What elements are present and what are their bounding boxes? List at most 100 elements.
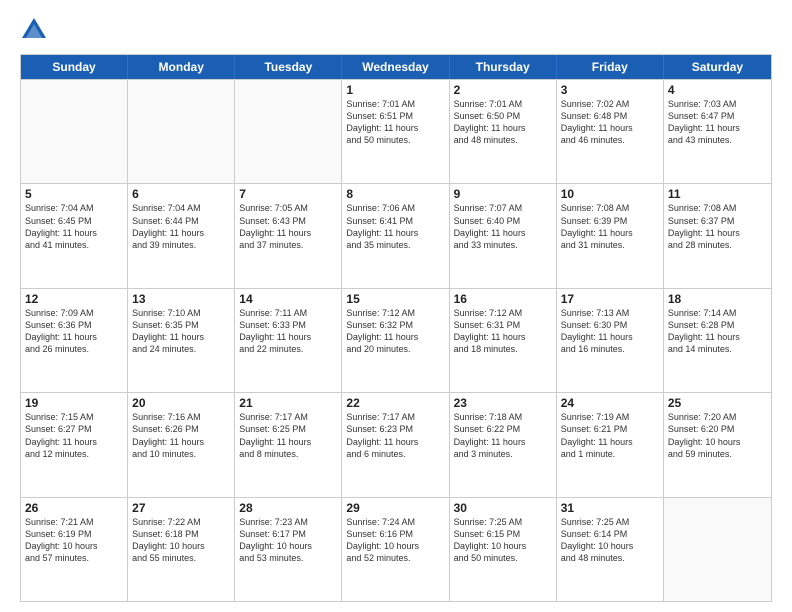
cal-cell-day-21: 21Sunrise: 7:17 AM Sunset: 6:25 PM Dayli… — [235, 393, 342, 496]
cal-cell-day-2: 2Sunrise: 7:01 AM Sunset: 6:50 PM Daylig… — [450, 80, 557, 183]
cell-info: Sunrise: 7:25 AM Sunset: 6:14 PM Dayligh… — [561, 516, 659, 565]
day-number: 25 — [668, 396, 767, 410]
cell-info: Sunrise: 7:01 AM Sunset: 6:51 PM Dayligh… — [346, 98, 444, 147]
cal-cell-empty — [128, 80, 235, 183]
cal-cell-empty — [235, 80, 342, 183]
cal-cell-empty — [21, 80, 128, 183]
cal-cell-day-8: 8Sunrise: 7:06 AM Sunset: 6:41 PM Daylig… — [342, 184, 449, 287]
cell-info: Sunrise: 7:06 AM Sunset: 6:41 PM Dayligh… — [346, 202, 444, 251]
logo — [20, 16, 52, 44]
cell-info: Sunrise: 7:13 AM Sunset: 6:30 PM Dayligh… — [561, 307, 659, 356]
cal-cell-day-14: 14Sunrise: 7:11 AM Sunset: 6:33 PM Dayli… — [235, 289, 342, 392]
cal-cell-day-12: 12Sunrise: 7:09 AM Sunset: 6:36 PM Dayli… — [21, 289, 128, 392]
cal-cell-day-26: 26Sunrise: 7:21 AM Sunset: 6:19 PM Dayli… — [21, 498, 128, 601]
cal-cell-day-28: 28Sunrise: 7:23 AM Sunset: 6:17 PM Dayli… — [235, 498, 342, 601]
cell-info: Sunrise: 7:23 AM Sunset: 6:17 PM Dayligh… — [239, 516, 337, 565]
cal-cell-day-22: 22Sunrise: 7:17 AM Sunset: 6:23 PM Dayli… — [342, 393, 449, 496]
cal-cell-day-18: 18Sunrise: 7:14 AM Sunset: 6:28 PM Dayli… — [664, 289, 771, 392]
cell-info: Sunrise: 7:10 AM Sunset: 6:35 PM Dayligh… — [132, 307, 230, 356]
cal-cell-day-4: 4Sunrise: 7:03 AM Sunset: 6:47 PM Daylig… — [664, 80, 771, 183]
day-number: 18 — [668, 292, 767, 306]
cal-cell-day-23: 23Sunrise: 7:18 AM Sunset: 6:22 PM Dayli… — [450, 393, 557, 496]
cal-cell-day-30: 30Sunrise: 7:25 AM Sunset: 6:15 PM Dayli… — [450, 498, 557, 601]
day-number: 19 — [25, 396, 123, 410]
cell-info: Sunrise: 7:03 AM Sunset: 6:47 PM Dayligh… — [668, 98, 767, 147]
day-number: 31 — [561, 501, 659, 515]
cell-info: Sunrise: 7:04 AM Sunset: 6:44 PM Dayligh… — [132, 202, 230, 251]
cell-info: Sunrise: 7:12 AM Sunset: 6:31 PM Dayligh… — [454, 307, 552, 356]
cell-info: Sunrise: 7:19 AM Sunset: 6:21 PM Dayligh… — [561, 411, 659, 460]
cell-info: Sunrise: 7:11 AM Sunset: 6:33 PM Dayligh… — [239, 307, 337, 356]
day-number: 28 — [239, 501, 337, 515]
cal-cell-day-17: 17Sunrise: 7:13 AM Sunset: 6:30 PM Dayli… — [557, 289, 664, 392]
cal-cell-day-6: 6Sunrise: 7:04 AM Sunset: 6:44 PM Daylig… — [128, 184, 235, 287]
cal-cell-day-11: 11Sunrise: 7:08 AM Sunset: 6:37 PM Dayli… — [664, 184, 771, 287]
cal-row-0: 1Sunrise: 7:01 AM Sunset: 6:51 PM Daylig… — [21, 79, 771, 183]
cell-info: Sunrise: 7:08 AM Sunset: 6:39 PM Dayligh… — [561, 202, 659, 251]
cal-cell-day-27: 27Sunrise: 7:22 AM Sunset: 6:18 PM Dayli… — [128, 498, 235, 601]
calendar: SundayMondayTuesdayWednesdayThursdayFrid… — [20, 54, 772, 602]
cal-row-2: 12Sunrise: 7:09 AM Sunset: 6:36 PM Dayli… — [21, 288, 771, 392]
cal-row-4: 26Sunrise: 7:21 AM Sunset: 6:19 PM Dayli… — [21, 497, 771, 601]
header-day-friday: Friday — [557, 55, 664, 79]
day-number: 30 — [454, 501, 552, 515]
cell-info: Sunrise: 7:08 AM Sunset: 6:37 PM Dayligh… — [668, 202, 767, 251]
cal-cell-day-1: 1Sunrise: 7:01 AM Sunset: 6:51 PM Daylig… — [342, 80, 449, 183]
cal-row-1: 5Sunrise: 7:04 AM Sunset: 6:45 PM Daylig… — [21, 183, 771, 287]
header-day-monday: Monday — [128, 55, 235, 79]
day-number: 22 — [346, 396, 444, 410]
cell-info: Sunrise: 7:25 AM Sunset: 6:15 PM Dayligh… — [454, 516, 552, 565]
cell-info: Sunrise: 7:17 AM Sunset: 6:25 PM Dayligh… — [239, 411, 337, 460]
day-number: 23 — [454, 396, 552, 410]
calendar-body: 1Sunrise: 7:01 AM Sunset: 6:51 PM Daylig… — [21, 79, 771, 601]
header-day-thursday: Thursday — [450, 55, 557, 79]
header — [20, 16, 772, 44]
header-day-wednesday: Wednesday — [342, 55, 449, 79]
cal-cell-day-5: 5Sunrise: 7:04 AM Sunset: 6:45 PM Daylig… — [21, 184, 128, 287]
day-number: 17 — [561, 292, 659, 306]
cal-row-3: 19Sunrise: 7:15 AM Sunset: 6:27 PM Dayli… — [21, 392, 771, 496]
cell-info: Sunrise: 7:14 AM Sunset: 6:28 PM Dayligh… — [668, 307, 767, 356]
day-number: 5 — [25, 187, 123, 201]
cell-info: Sunrise: 7:15 AM Sunset: 6:27 PM Dayligh… — [25, 411, 123, 460]
day-number: 16 — [454, 292, 552, 306]
day-number: 10 — [561, 187, 659, 201]
cal-cell-empty — [664, 498, 771, 601]
cal-cell-day-19: 19Sunrise: 7:15 AM Sunset: 6:27 PM Dayli… — [21, 393, 128, 496]
cal-cell-day-9: 9Sunrise: 7:07 AM Sunset: 6:40 PM Daylig… — [450, 184, 557, 287]
cal-cell-day-13: 13Sunrise: 7:10 AM Sunset: 6:35 PM Dayli… — [128, 289, 235, 392]
cell-info: Sunrise: 7:04 AM Sunset: 6:45 PM Dayligh… — [25, 202, 123, 251]
header-day-saturday: Saturday — [664, 55, 771, 79]
day-number: 4 — [668, 83, 767, 97]
day-number: 21 — [239, 396, 337, 410]
header-day-tuesday: Tuesday — [235, 55, 342, 79]
cal-cell-day-24: 24Sunrise: 7:19 AM Sunset: 6:21 PM Dayli… — [557, 393, 664, 496]
day-number: 27 — [132, 501, 230, 515]
day-number: 2 — [454, 83, 552, 97]
cell-info: Sunrise: 7:21 AM Sunset: 6:19 PM Dayligh… — [25, 516, 123, 565]
day-number: 11 — [668, 187, 767, 201]
day-number: 26 — [25, 501, 123, 515]
day-number: 20 — [132, 396, 230, 410]
cell-info: Sunrise: 7:12 AM Sunset: 6:32 PM Dayligh… — [346, 307, 444, 356]
cell-info: Sunrise: 7:17 AM Sunset: 6:23 PM Dayligh… — [346, 411, 444, 460]
cal-cell-day-7: 7Sunrise: 7:05 AM Sunset: 6:43 PM Daylig… — [235, 184, 342, 287]
cell-info: Sunrise: 7:20 AM Sunset: 6:20 PM Dayligh… — [668, 411, 767, 460]
cell-info: Sunrise: 7:02 AM Sunset: 6:48 PM Dayligh… — [561, 98, 659, 147]
cal-cell-day-25: 25Sunrise: 7:20 AM Sunset: 6:20 PM Dayli… — [664, 393, 771, 496]
day-number: 7 — [239, 187, 337, 201]
day-number: 1 — [346, 83, 444, 97]
day-number: 3 — [561, 83, 659, 97]
header-day-sunday: Sunday — [21, 55, 128, 79]
cell-info: Sunrise: 7:22 AM Sunset: 6:18 PM Dayligh… — [132, 516, 230, 565]
cell-info: Sunrise: 7:01 AM Sunset: 6:50 PM Dayligh… — [454, 98, 552, 147]
day-number: 8 — [346, 187, 444, 201]
cell-info: Sunrise: 7:09 AM Sunset: 6:36 PM Dayligh… — [25, 307, 123, 356]
cell-info: Sunrise: 7:18 AM Sunset: 6:22 PM Dayligh… — [454, 411, 552, 460]
cal-cell-day-16: 16Sunrise: 7:12 AM Sunset: 6:31 PM Dayli… — [450, 289, 557, 392]
cal-cell-day-15: 15Sunrise: 7:12 AM Sunset: 6:32 PM Dayli… — [342, 289, 449, 392]
day-number: 6 — [132, 187, 230, 201]
day-number: 24 — [561, 396, 659, 410]
day-number: 29 — [346, 501, 444, 515]
cell-info: Sunrise: 7:07 AM Sunset: 6:40 PM Dayligh… — [454, 202, 552, 251]
